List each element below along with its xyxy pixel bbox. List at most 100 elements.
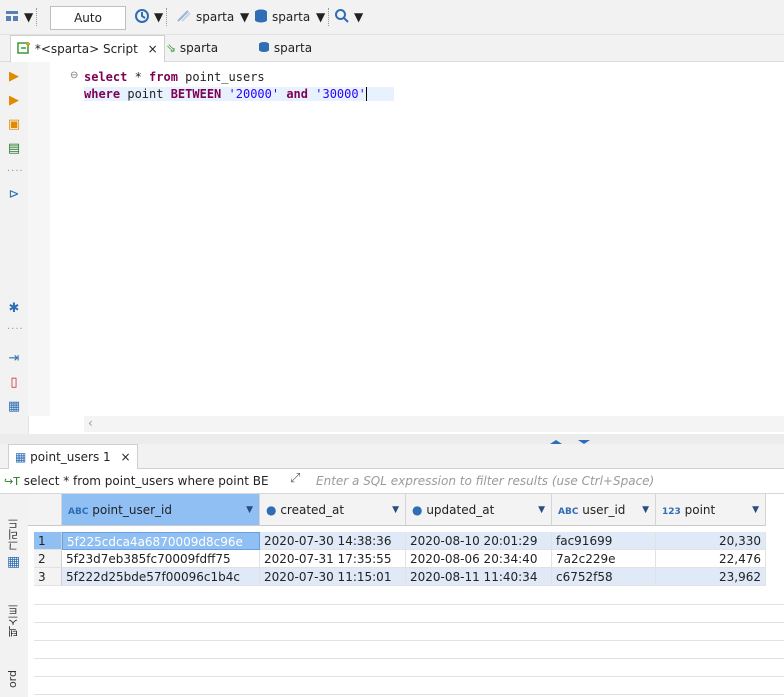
table-cell[interactable]: 2020-08-11 11:40:34	[406, 568, 552, 586]
export-icon[interactable]: ⇥	[7, 352, 21, 366]
execute-icon[interactable]: ▶	[7, 70, 21, 84]
new-script-icon[interactable]: ▯	[7, 376, 21, 390]
clock-icon: ●	[266, 503, 277, 517]
filter-input[interactable]: Enter a SQL expression to filter results…	[316, 472, 654, 490]
chevron-down-icon[interactable]: ▼	[24, 8, 33, 26]
tab-sparta-database[interactable]: sparta	[252, 35, 318, 61]
chevron-down-icon[interactable]: ▼	[316, 8, 325, 26]
execute-script-icon[interactable]: ▣	[7, 118, 21, 132]
empty-row	[34, 604, 784, 623]
sort-chevron-icon[interactable]: ▼	[392, 494, 399, 526]
clock-icon: ●	[412, 503, 423, 517]
empty-row	[34, 658, 784, 677]
table-cell[interactable]: c6752f58	[552, 568, 656, 586]
chevron-down-icon[interactable]: ▼	[154, 8, 163, 26]
chevron-down-icon[interactable]: ▼	[240, 8, 249, 26]
database-icon	[258, 36, 270, 52]
schema-selector[interactable]: sparta	[272, 8, 310, 26]
history-icon[interactable]	[134, 8, 150, 26]
variables-icon[interactable]: ▦	[7, 400, 21, 414]
table-icon: ▦	[15, 450, 27, 464]
tab-script[interactable]: *<sparta> Script ×	[10, 35, 165, 62]
filter-bar: ↪T select * from point_users where point…	[0, 469, 784, 494]
column-header-user-id[interactable]: ABC user_id ▼	[552, 494, 656, 526]
table-cell[interactable]: 2020-07-31 17:35:55	[260, 550, 406, 568]
empty-row	[34, 586, 784, 605]
fold-icon[interactable]: ⊖	[70, 70, 78, 81]
empty-row	[34, 676, 784, 695]
table-cell[interactable]: 2020-07-30 14:38:36	[260, 532, 406, 550]
transaction-mode-field[interactable]: Auto	[50, 6, 126, 30]
text-type-icon: ABC	[68, 507, 89, 517]
table-cell[interactable]: 5f222d25bde57f00096c1b4c	[62, 568, 260, 586]
datasource-icon	[176, 8, 192, 26]
tab-label: *<sparta> Script	[34, 42, 138, 56]
grid-view-tab[interactable]: 그리드	[6, 518, 22, 551]
terminal-icon[interactable]: ⊳	[7, 188, 21, 202]
explain-plan-icon[interactable]: ▤	[7, 142, 21, 156]
sort-chevron-icon[interactable]: ▼	[752, 494, 759, 526]
table-cell[interactable]: 23,962	[656, 568, 766, 586]
datasource-selector[interactable]: sparta	[196, 8, 234, 26]
chevron-down-icon[interactable]: ▼	[354, 8, 363, 26]
execute-new-tab-icon[interactable]: ▶	[7, 94, 21, 108]
text-type-icon: ABC	[558, 507, 579, 517]
column-header-point[interactable]: 123 point ▼	[656, 494, 766, 526]
expand-icon[interactable]: ⤢	[290, 471, 300, 486]
result-view-tabs: 그리드 ▦ 텍스트 ord	[0, 494, 29, 697]
text-view-tab[interactable]: 텍스트	[6, 604, 22, 637]
tab-label: sparta	[273, 41, 313, 55]
number-type-icon: 123	[662, 507, 681, 517]
empty-row	[34, 640, 784, 659]
editor-action-gutter: ▶ ▶ ▣ ▤ ···· ⊳ ✱ ···· ⇥ ▯ ▦	[0, 62, 29, 434]
gear-icon[interactable]: ✱	[7, 302, 21, 316]
results-grid: ABC point_user_id ▼ ● created_at ▼ ● upd…	[28, 494, 784, 697]
empty-row	[34, 622, 784, 641]
main-toolbar: ▼ Auto ▼ sparta ▼ sparta ▼ ▼	[0, 0, 784, 35]
editor-line-1[interactable]: select * from point_users	[84, 70, 265, 84]
splitter-handle[interactable]	[548, 434, 596, 444]
results-query[interactable]: ↪T select * from point_users where point…	[4, 472, 269, 490]
editor-horizontal-scrollbar[interactable]: ‹	[84, 416, 784, 432]
table-cell[interactable]: 2020-08-06 20:34:40	[406, 550, 552, 568]
commit-mode-icon[interactable]	[4, 8, 20, 26]
row-number[interactable]: 1	[34, 532, 62, 550]
row-number[interactable]: 2	[34, 550, 62, 568]
column-header-created-at[interactable]: ● created_at ▼	[260, 494, 406, 526]
schema-db-icon	[254, 8, 268, 26]
sort-chevron-icon[interactable]: ▼	[538, 494, 545, 526]
close-icon[interactable]: ×	[148, 42, 158, 56]
tab-label: sparta	[179, 41, 219, 55]
sort-chevron-icon[interactable]: ▼	[246, 494, 253, 526]
chevron-left-icon[interactable]: ‹	[88, 416, 93, 430]
table-cell[interactable]: 5f225cdca4a6870009d8c96e	[62, 532, 260, 550]
grid-icon: ▦	[7, 554, 21, 570]
sort-chevron-icon[interactable]: ▼	[642, 494, 649, 526]
column-header-updated-at[interactable]: ● updated_at ▼	[406, 494, 552, 526]
editor-tab-bar: *<sparta> Script × ⇘ sparta sparta	[0, 35, 784, 62]
tab-point-users-1[interactable]: ▦ point_users 1 ×	[8, 444, 138, 469]
tab-sparta-connection[interactable]: ⇘ sparta	[160, 35, 224, 61]
table-cell[interactable]: 2020-07-30 11:15:01	[260, 568, 406, 586]
table-cell[interactable]: 20,330	[656, 532, 766, 550]
line-ruler	[28, 62, 50, 416]
table-cell[interactable]: 22,476	[656, 550, 766, 568]
script-icon	[17, 37, 31, 54]
table-cell[interactable]: 2020-08-10 20:01:29	[406, 532, 552, 550]
table-cell[interactable]: fac91699	[552, 532, 656, 550]
row-number[interactable]: 3	[34, 568, 62, 586]
results-tab-label: point_users 1	[30, 450, 111, 464]
editor-line-2[interactable]: where point BETWEEN '20000' and '30000'	[84, 87, 394, 101]
search-icon[interactable]	[334, 8, 350, 26]
connection-icon: ⇘	[166, 41, 177, 55]
column-header-point-user-id[interactable]: ABC point_user_id ▼	[62, 494, 260, 526]
sql-query-icon: ↪T	[4, 475, 20, 488]
results-tab-bar: ▦ point_users 1 ×	[0, 444, 784, 469]
record-view-tab[interactable]: ord	[6, 670, 19, 688]
editor-results-splitter[interactable]	[0, 434, 784, 444]
row-number-header	[28, 494, 62, 526]
table-cell[interactable]: 5f23d7eb385fc70009fdff75	[62, 550, 260, 568]
table-cell[interactable]: 7a2c229e	[552, 550, 656, 568]
sql-editor[interactable]	[28, 62, 784, 416]
close-icon[interactable]: ×	[120, 450, 130, 464]
